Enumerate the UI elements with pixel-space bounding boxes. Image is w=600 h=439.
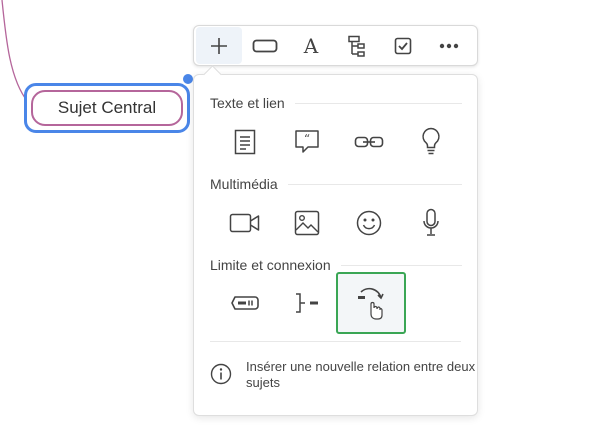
note-button[interactable] (214, 120, 276, 164)
idea-button[interactable] (400, 120, 462, 164)
relationship-icon (358, 287, 384, 320)
more-button[interactable] (426, 27, 472, 64)
info-tooltip: Insérer une nouvelle relation entre deux… (210, 359, 476, 391)
floating-toolbar: A (193, 25, 478, 66)
text-format-icon: A (303, 33, 319, 58)
link-icon (354, 136, 384, 148)
rounded-rectangle-icon (252, 39, 278, 52)
boundary-icon (231, 296, 259, 310)
central-topic[interactable]: Sujet Central (31, 90, 183, 126)
text-style-button[interactable]: A (288, 27, 334, 64)
checkbox-icon (394, 37, 412, 54)
plus-icon (211, 37, 227, 54)
panel-divider (210, 341, 461, 342)
section-title-boundary-connection: Limite et connexion (210, 257, 462, 273)
image-button[interactable] (276, 201, 338, 245)
task-button[interactable] (380, 27, 426, 64)
link-button[interactable] (338, 120, 400, 164)
microphone-icon (423, 208, 439, 236)
comment-button[interactable]: “ (276, 120, 338, 164)
comment-icon: “ (295, 130, 319, 153)
section-title-text-link: Texte et lien (210, 95, 462, 111)
boundary-button[interactable] (214, 281, 276, 325)
boundary-connection-row (214, 272, 406, 334)
emoji-button[interactable] (338, 201, 400, 245)
info-text: Insérer une nouvelle relation entre deux… (246, 359, 476, 390)
info-icon (210, 363, 232, 385)
audio-button[interactable] (400, 201, 462, 245)
structure-button[interactable] (334, 27, 380, 64)
tree-structure-icon (348, 35, 365, 57)
idea-bulb-icon (422, 127, 440, 155)
shape-button[interactable] (242, 27, 288, 64)
video-icon (229, 213, 260, 233)
central-topic-selection[interactable]: Sujet Central (24, 83, 190, 133)
image-icon (294, 210, 320, 236)
summary-icon (296, 293, 318, 313)
panel-caret (203, 65, 222, 84)
insert-panel: Texte et lien “ Multimédia Limite et con… (193, 65, 478, 416)
summary-button[interactable] (276, 281, 338, 325)
section-title-multimedia: Multimédia (210, 176, 462, 192)
note-icon (234, 129, 256, 155)
emoji-icon (356, 210, 382, 236)
multimedia-row (214, 201, 462, 245)
text-link-row: “ (214, 120, 462, 164)
more-horizontal-icon (439, 43, 459, 48)
svg-text:“: “ (304, 132, 310, 146)
add-topic-button[interactable] (196, 27, 242, 64)
relationship-button[interactable] (336, 272, 406, 334)
video-button[interactable] (214, 201, 276, 245)
